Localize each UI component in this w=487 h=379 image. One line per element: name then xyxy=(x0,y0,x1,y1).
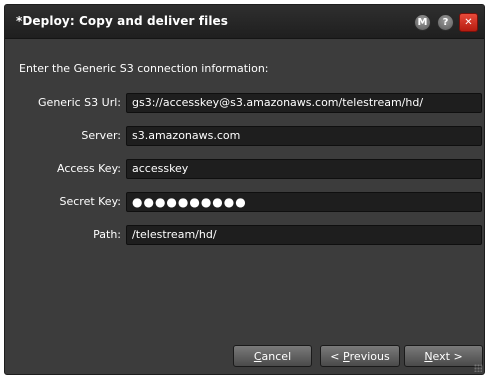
cancel-label: ancel xyxy=(261,349,292,363)
deploy-dialog: *Deploy: Copy and deliver files M ? ✕ En… xyxy=(0,0,487,379)
row-generic-s3-url: Generic S3 Url: gs3://accesskey@s3.amazo… xyxy=(5,93,484,113)
m-icon: M xyxy=(417,17,428,28)
previous-label: revious xyxy=(349,349,390,363)
help-icon: ? xyxy=(442,17,449,28)
help-button[interactable]: ? xyxy=(437,14,454,31)
previous-button[interactable]: < Previous xyxy=(320,345,400,367)
path-input[interactable]: /telestream/hd/ xyxy=(126,225,482,245)
cancel-button[interactable]: Cancel xyxy=(233,345,312,367)
cancel-accel: C xyxy=(253,349,262,363)
resize-grip[interactable] xyxy=(474,364,482,372)
title-bar[interactable]: *Deploy: Copy and deliver files M ? ✕ xyxy=(5,5,484,39)
secret-key-input[interactable]: ●●●●●●●●●● xyxy=(126,192,482,212)
dialog-frame: *Deploy: Copy and deliver files M ? ✕ En… xyxy=(4,4,485,375)
secret-key-label: Secret Key: xyxy=(59,195,121,208)
generic-s3-url-label: Generic S3 Url: xyxy=(38,96,121,109)
generic-s3-url-input[interactable]: gs3://accesskey@s3.amazonaws.com/telestr… xyxy=(126,93,482,113)
next-label: ext > xyxy=(432,349,463,363)
next-accel: N xyxy=(424,349,433,363)
path-label: Path: xyxy=(93,228,121,241)
close-icon: ✕ xyxy=(464,17,473,28)
access-key-input[interactable]: accesskey xyxy=(126,159,482,179)
access-key-label: Access Key: xyxy=(56,162,121,175)
dialog-content: Enter the Generic S3 connection informat… xyxy=(5,40,484,374)
previous-prefix: < xyxy=(330,349,344,363)
server-input[interactable]: s3.amazonaws.com xyxy=(126,126,482,146)
row-server: Server: s3.amazonaws.com xyxy=(5,126,484,146)
row-path: Path: /telestream/hd/ xyxy=(5,225,484,245)
intro-text: Enter the Generic S3 connection informat… xyxy=(19,62,269,75)
row-access-key: Access Key: accesskey xyxy=(5,159,484,179)
previous-accel: P xyxy=(343,349,350,363)
close-button[interactable]: ✕ xyxy=(459,13,478,32)
window-title: *Deploy: Copy and deliver files xyxy=(16,14,229,28)
m-button[interactable]: M xyxy=(414,14,431,31)
server-label: Server: xyxy=(81,129,121,142)
row-secret-key: Secret Key: ●●●●●●●●●● xyxy=(5,192,484,212)
next-button[interactable]: Next > xyxy=(404,345,483,367)
